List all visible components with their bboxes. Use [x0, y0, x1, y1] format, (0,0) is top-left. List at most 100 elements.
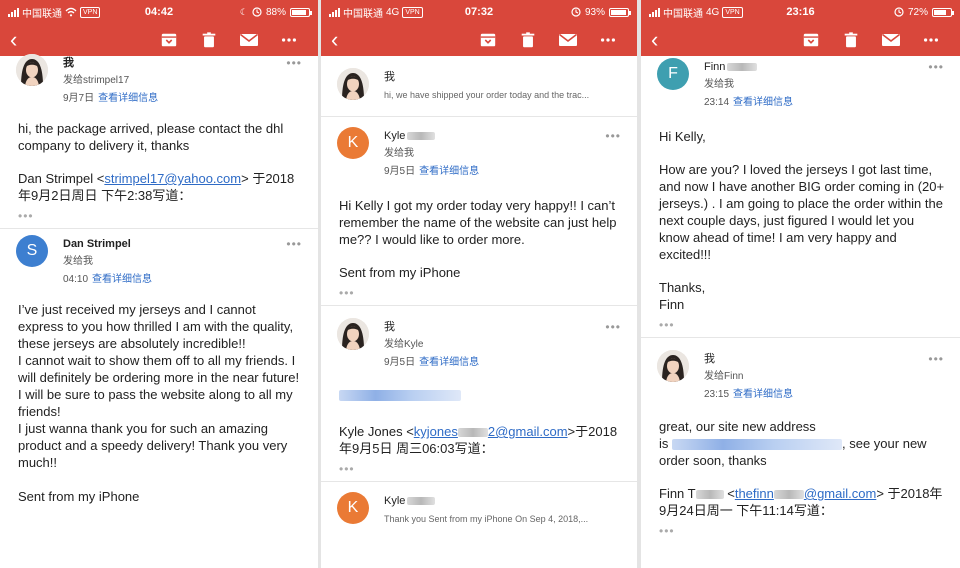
- trash-icon[interactable]: [517, 29, 539, 51]
- message-body: I’ve just received my jerseys and I cann…: [16, 289, 304, 505]
- body-text: I’ve just received my jerseys and I cann…: [18, 302, 294, 351]
- more-icon[interactable]: [597, 29, 619, 51]
- message-more-icon[interactable]: •••: [605, 129, 621, 143]
- message-dan[interactable]: S Dan Strimpel 发给我 04:10 查看详细信息 ••• I’ve …: [0, 229, 318, 511]
- battery-icon: [290, 7, 312, 17]
- date: 04:10: [63, 274, 89, 285]
- signal-icon: [329, 7, 340, 17]
- mail-icon[interactable]: [238, 29, 260, 51]
- vpn-badge: VPN: [80, 6, 101, 18]
- toolbar: ‹: [321, 24, 637, 56]
- trash-icon[interactable]: [198, 29, 220, 51]
- message-me[interactable]: 我 发给strimpel17 9月7日 查看详细信息 ••• hi, the pa…: [0, 52, 318, 229]
- quote-header: Kyle Jones <kyjones 2@gmail.com>于2018年9月5…: [339, 424, 618, 456]
- more-icon[interactable]: [920, 29, 942, 51]
- recipient: 发给我: [63, 256, 93, 267]
- mail-icon[interactable]: [557, 29, 579, 51]
- status-bar: 中国联通 4G VPN 07:32 93%: [321, 0, 637, 24]
- message-kyle[interactable]: K Kyle 发给我 9月5日 查看详细信息 ••• Hi Kelly I got…: [321, 117, 637, 306]
- view-details-link[interactable]: 查看详细信息: [419, 166, 479, 177]
- network-type: 4G: [386, 6, 400, 18]
- show-quoted-icon[interactable]: •••: [659, 525, 946, 537]
- quote-header: Dan Strimpel <strimpel17@yahoo.com> 于201…: [18, 171, 295, 203]
- show-quoted-icon[interactable]: •••: [18, 210, 304, 222]
- avatar: [657, 350, 689, 382]
- carrier-label: 中国联通: [343, 8, 383, 20]
- body-text: How are you? I loved the jerseys I got l…: [659, 162, 945, 262]
- avatar: F: [657, 58, 689, 90]
- avatar: [16, 54, 48, 86]
- email-link[interactable]: strimpel17@yahoo.com: [104, 171, 241, 186]
- message-snippet: Thank you Sent from my iPhone On Sep 4, …: [384, 514, 589, 524]
- message-finn[interactable]: F Finn 发给我 23:14 查看详细信息 ••• Hi Kelly, How…: [641, 54, 960, 338]
- signal-icon: [8, 7, 19, 17]
- view-details-link[interactable]: 查看详细信息: [92, 274, 152, 285]
- archive-icon[interactable]: [477, 29, 499, 51]
- signature: Sent from my iPhone: [339, 265, 461, 280]
- mail-icon[interactable]: [880, 29, 902, 51]
- rotation-lock-icon: [252, 7, 262, 17]
- clock: 07:32: [464, 6, 494, 18]
- trash-icon[interactable]: [840, 29, 862, 51]
- greeting: Hi Kelly,: [659, 129, 706, 144]
- message-body: hi, the package arrived, please contact …: [16, 108, 304, 222]
- quote-header: Finn T <thefinn @gmail.com> 于2018年9月24日周一…: [659, 486, 943, 518]
- redaction: [407, 132, 436, 141]
- sender-name: Kyle: [384, 492, 588, 510]
- archive-icon[interactable]: [158, 29, 180, 51]
- carrier-label: 中国联通: [22, 8, 62, 20]
- body-text: great, our site new address is , see you…: [659, 419, 927, 468]
- message-more-icon[interactable]: •••: [928, 60, 944, 74]
- message-more-icon[interactable]: •••: [605, 320, 621, 334]
- wifi-icon: [65, 7, 77, 17]
- rotation-lock-icon: [894, 7, 904, 17]
- archive-icon[interactable]: [800, 29, 822, 51]
- moon-icon: ☾: [239, 6, 248, 17]
- redaction: [727, 63, 758, 72]
- message-more-icon[interactable]: •••: [286, 56, 302, 70]
- battery-percent: 72%: [907, 6, 928, 18]
- carrier-label: 中国联通: [663, 8, 703, 20]
- email-link[interactable]: thefinn @gmail.com: [735, 486, 876, 501]
- signoff: Thanks,: [659, 280, 706, 295]
- email-screen-1: 中国联通 VPN 04:42 ☾ 88% ‹ 我 发给strimpel17 9月…: [0, 0, 318, 568]
- battery-icon: [932, 7, 954, 17]
- body-text: I cannot wait to show them off to all my…: [18, 353, 300, 385]
- sender-name: 我: [63, 57, 74, 69]
- message-me-reply[interactable]: 我 发给Finn 23:15 查看详细信息 ••• great, our site…: [641, 338, 960, 543]
- avatar: [337, 68, 369, 100]
- body-text: hi, the package arrived, please contact …: [18, 121, 284, 153]
- status-bar: 中国联通 VPN 04:42 ☾ 88%: [0, 0, 318, 24]
- back-arrow-icon[interactable]: ‹: [10, 29, 30, 51]
- show-quoted-icon[interactable]: •••: [659, 319, 946, 331]
- body-text: Hi Kelly I got my order today very happy…: [339, 198, 617, 247]
- message-me-reply[interactable]: 我 发给Kyle 9月5日 查看详细信息 ••• Kyle Jones <kyjo…: [321, 306, 637, 482]
- view-details-link[interactable]: 查看详细信息: [733, 97, 793, 108]
- email-link[interactable]: kyjones 2@gmail.com: [414, 424, 568, 439]
- recipient: 发给Kyle: [384, 339, 424, 350]
- vpn-badge: VPN: [722, 6, 743, 18]
- recipient: 发给strimpel17: [63, 75, 130, 86]
- email-screen-2: 中国联通 4G VPN 07:32 93% ‹ 我 hi, we have sh…: [321, 0, 637, 568]
- sender-name: 我: [384, 321, 395, 333]
- date: 9月7日: [63, 93, 95, 104]
- message-me-collapsed[interactable]: 我 hi, we have shipped your order today a…: [321, 56, 637, 117]
- view-details-link[interactable]: 查看详细信息: [419, 357, 479, 368]
- date: 23:15: [704, 389, 730, 400]
- back-arrow-icon[interactable]: ‹: [651, 29, 671, 51]
- message-more-icon[interactable]: •••: [928, 352, 944, 366]
- show-quoted-icon[interactable]: •••: [339, 463, 623, 475]
- redaction: [407, 497, 436, 506]
- more-icon[interactable]: [278, 29, 300, 51]
- view-details-link[interactable]: 查看详细信息: [733, 389, 793, 400]
- back-arrow-icon[interactable]: ‹: [331, 29, 351, 51]
- clock: 04:42: [144, 6, 174, 18]
- message-body: Hi Kelly, How are you? I loved the jerse…: [657, 112, 946, 331]
- network-type: 4G: [706, 6, 720, 18]
- show-quoted-icon[interactable]: •••: [339, 287, 623, 299]
- message-more-icon[interactable]: •••: [286, 237, 302, 251]
- signal-icon: [649, 7, 660, 17]
- recipient: 发给我: [384, 148, 414, 159]
- message-kyle-collapsed[interactable]: K Kyle Thank you Sent from my iPhone On …: [321, 482, 637, 534]
- view-details-link[interactable]: 查看详细信息: [98, 93, 158, 104]
